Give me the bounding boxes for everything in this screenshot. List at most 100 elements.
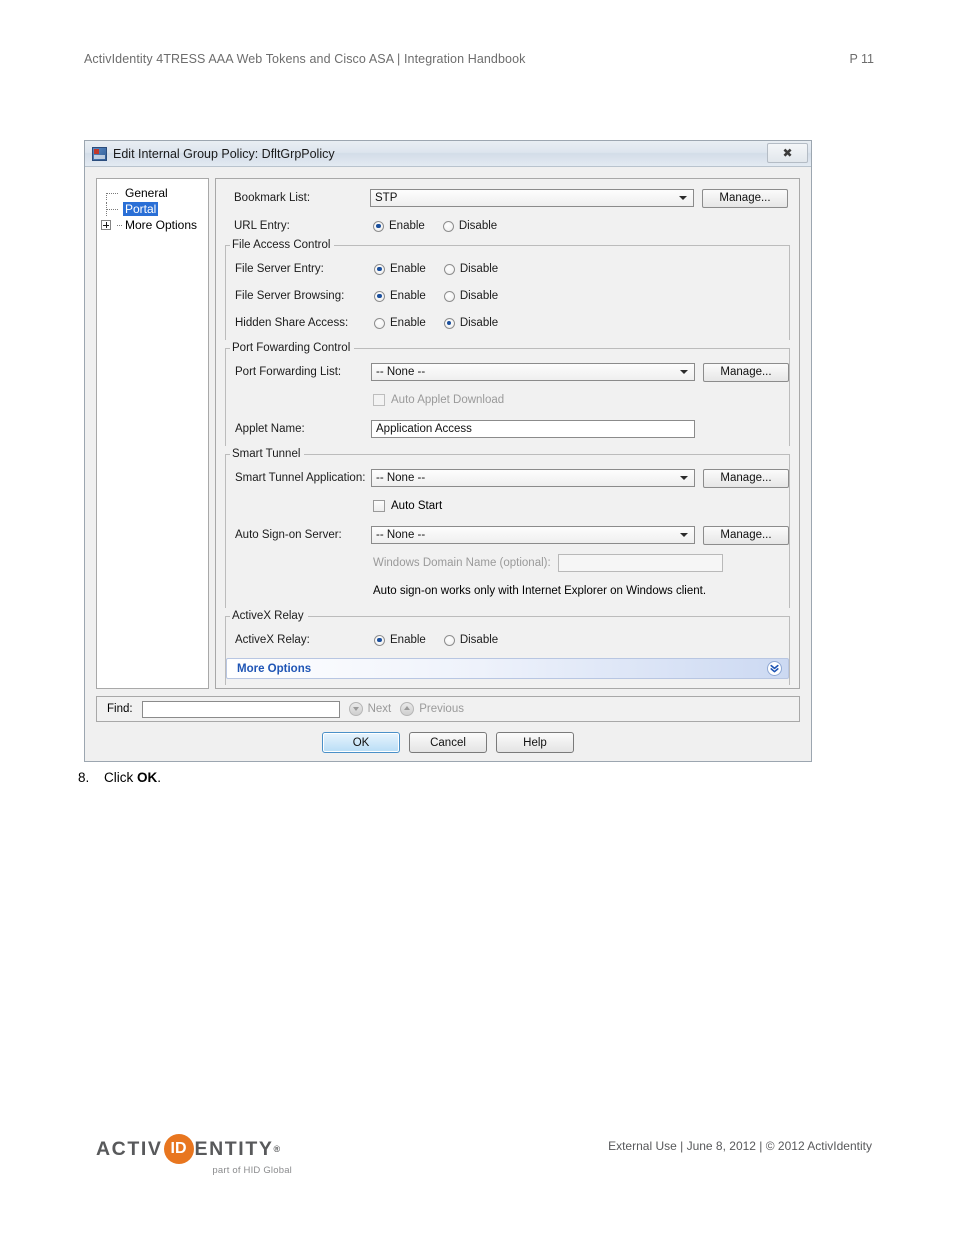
more-options-label: More Options: [237, 662, 312, 675]
auto-start-label: Auto Start: [391, 500, 443, 512]
radio-unselected-icon: [443, 634, 455, 646]
dialog-titlebar[interactable]: Edit Internal Group Policy: DfltGrpPolic…: [85, 141, 811, 167]
tree-item-portal[interactable]: Portal: [101, 201, 204, 217]
step-text-before: Click: [104, 770, 137, 785]
file-server-browsing-radio-group[interactable]: Enable Disable: [374, 290, 498, 302]
portal-settings-pane: Bookmark List: STP Manage... URL Entry: …: [215, 178, 800, 689]
activex-relay-enable-option[interactable]: Enable: [374, 634, 426, 646]
chevron-down-icon: [679, 196, 687, 200]
arrow-down-circle-icon: [348, 702, 363, 716]
activex-relay-disable-option[interactable]: Disable: [443, 634, 498, 646]
radio-label: Disable: [459, 263, 499, 275]
port-forwarding-manage-button[interactable]: Manage...: [703, 362, 789, 382]
radio-selected-icon: [373, 220, 384, 232]
dialog-title: Edit Internal Group Policy: DfltGrpPolic…: [113, 146, 335, 161]
hidden-share-access-row: Hidden Share Access: Enable Disable: [226, 312, 789, 334]
windows-domain-name-label: Windows Domain Name (optional):: [373, 557, 551, 569]
port-forwarding-list-row: Port Forwarding List: -- None -- Manage.…: [226, 361, 789, 383]
activex-relay-label: ActiveX Relay:: [235, 634, 310, 646]
find-next-label: Next: [367, 703, 392, 715]
hidden-share-access-enable-option[interactable]: Enable: [374, 317, 426, 329]
edit-group-policy-dialog: Edit Internal Group Policy: DfltGrpPolic…: [84, 140, 812, 762]
smart-tunnel-group: Smart Tunnel Smart Tunnel Application: -…: [225, 448, 790, 608]
step-text-after: .: [157, 770, 162, 785]
radio-label: Enable: [390, 290, 426, 302]
chevron-down-icon: [680, 370, 688, 374]
radio-label: Disable: [459, 290, 499, 302]
radio-unselected-icon: [374, 317, 385, 329]
url-entry-row: URL Entry: Enable Disable: [225, 215, 790, 237]
logo-id-badge: ID: [163, 1134, 194, 1164]
logo-text-part1: ACTIV: [96, 1137, 163, 1160]
radio-selected-icon: [374, 290, 385, 302]
activex-relay-radio-group[interactable]: Enable Disable: [374, 634, 498, 646]
bookmark-list-value: STP: [375, 192, 398, 204]
file-server-browsing-disable-option[interactable]: Disable: [443, 290, 499, 302]
close-icon[interactable]: ✖: [767, 143, 808, 163]
port-forwarding-control-title: Port Fowarding Control: [230, 342, 355, 354]
tree-item-more-options[interactable]: More Options: [101, 217, 204, 233]
smart-tunnel-application-select[interactable]: -- None --: [371, 469, 695, 487]
tree-item-general[interactable]: General: [101, 185, 204, 201]
hidden-share-access-label: Hidden Share Access:: [235, 317, 349, 329]
auto-signon-server-row: Auto Sign-on Server: -- None -- Manage..…: [226, 524, 789, 546]
dialog-body: General Portal More Options Bookmark Lis…: [85, 168, 811, 761]
auto-applet-download-checkbox[interactable]: Auto Applet Download: [373, 394, 504, 406]
handbook-title: ActivIdentity 4TRESS AAA Web Tokens and …: [84, 52, 526, 66]
policy-navigation-tree[interactable]: General Portal More Options: [96, 178, 209, 689]
page-number: P 11: [849, 52, 874, 66]
windows-domain-name-input[interactable]: [557, 554, 723, 572]
find-bar: Find: Next Previous: [96, 696, 800, 722]
checkbox-unchecked-icon: [373, 394, 385, 406]
cancel-button[interactable]: Cancel: [409, 732, 487, 753]
bookmark-list-label: Bookmark List:: [234, 192, 311, 204]
file-server-entry-radio-group[interactable]: Enable Disable: [374, 263, 498, 275]
ok-button[interactable]: OK: [322, 732, 400, 753]
file-server-entry-disable-option[interactable]: Disable: [443, 263, 499, 275]
file-access-control-title: File Access Control: [230, 239, 335, 251]
auto-applet-download-label: Auto Applet Download: [391, 394, 505, 406]
help-button[interactable]: Help: [496, 732, 574, 753]
dialog-panes: General Portal More Options Bookmark Lis…: [96, 178, 800, 689]
smart-tunnel-application-manage-button[interactable]: Manage...: [703, 468, 789, 488]
bookmark-list-row: Bookmark List: STP Manage...: [225, 187, 790, 209]
auto-signon-server-select[interactable]: -- None --: [371, 526, 695, 544]
bookmark-list-manage-button[interactable]: Manage...: [702, 188, 788, 208]
find-next-button[interactable]: Next: [348, 702, 392, 716]
find-previous-button[interactable]: Previous: [400, 702, 464, 716]
url-entry-enable-option[interactable]: Enable: [373, 220, 425, 232]
step-emphasis: OK: [137, 770, 158, 785]
applet-name-input[interactable]: Application Access: [371, 420, 695, 438]
file-server-entry-enable-option[interactable]: Enable: [374, 263, 426, 275]
file-server-browsing-label: File Server Browsing:: [235, 290, 345, 302]
radio-label: Enable: [390, 634, 426, 646]
chevron-down-icon: [680, 533, 688, 537]
file-server-browsing-row: File Server Browsing: Enable Disable: [226, 285, 789, 307]
bookmark-list-select[interactable]: STP: [370, 189, 694, 207]
activex-relay-row: ActiveX Relay: Enable Disable: [226, 629, 789, 651]
checkbox-unchecked-icon: [373, 500, 385, 512]
port-forwarding-control-group: Port Fowarding Control Port Forwarding L…: [225, 342, 790, 446]
policy-window-icon: [92, 146, 107, 161]
url-entry-radio-group[interactable]: Enable Disable: [373, 220, 497, 232]
activex-relay-title: ActiveX Relay: [230, 610, 308, 622]
auto-signon-note: Auto sign-on works only with Internet Ex…: [373, 585, 707, 597]
port-forwarding-list-select[interactable]: -- None --: [371, 363, 695, 381]
tree-item-label: Portal: [123, 202, 159, 216]
file-server-browsing-enable-option[interactable]: Enable: [374, 290, 426, 302]
double-chevron-down-icon[interactable]: [767, 661, 782, 676]
instruction-step: 8. Click OK.: [78, 770, 161, 785]
auto-start-checkbox[interactable]: Auto Start: [373, 500, 442, 512]
auto-applet-download-row: Auto Applet Download: [226, 389, 789, 411]
hidden-share-access-disable-option[interactable]: Disable: [443, 317, 498, 329]
hidden-share-access-radio-group[interactable]: Enable Disable: [374, 317, 498, 329]
more-options-expander-bar[interactable]: More Options: [226, 658, 789, 679]
url-entry-disable-option[interactable]: Disable: [442, 220, 498, 232]
radio-label: Disable: [458, 220, 498, 232]
auto-signon-server-value: -- None --: [376, 529, 426, 541]
find-input[interactable]: [141, 700, 340, 718]
activex-relay-group: ActiveX Relay ActiveX Relay: Enable Disa…: [225, 610, 790, 685]
smart-tunnel-application-value: -- None --: [376, 472, 426, 484]
expand-plus-icon[interactable]: [101, 220, 111, 230]
auto-signon-server-manage-button[interactable]: Manage...: [703, 525, 789, 545]
